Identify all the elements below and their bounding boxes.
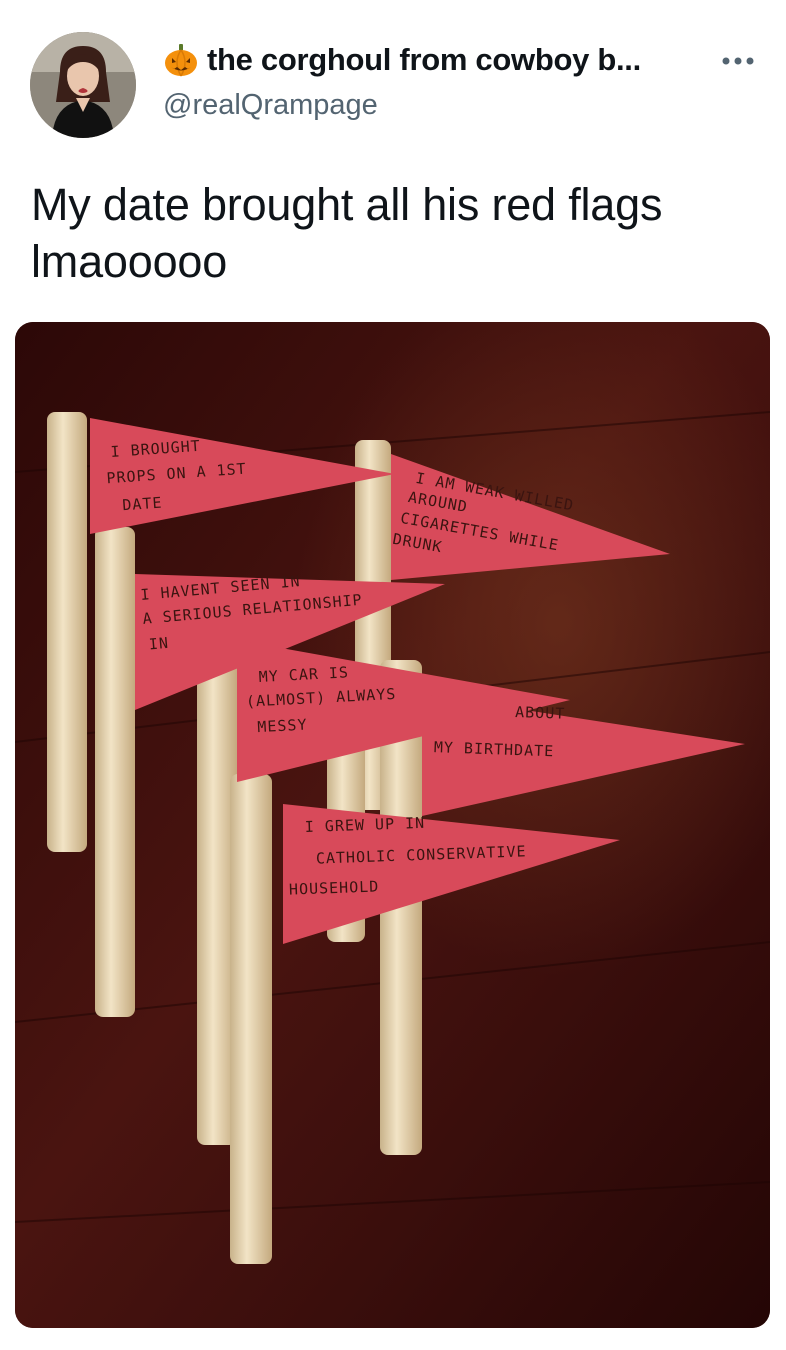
more-icon <box>722 57 754 65</box>
tweet-photo[interactable]: I BROUGHT PROPS ON A 1ST DATE I AM WEAK … <box>15 322 770 1328</box>
user-handle[interactable]: @realQrampage <box>163 89 378 122</box>
tweet-text: My date brought all his red flags lmaooo… <box>31 179 663 287</box>
dowel <box>95 527 135 1017</box>
avatar-photo <box>30 32 136 138</box>
flag-line: HOUSEHOLD <box>289 877 380 898</box>
avatar[interactable] <box>30 32 136 138</box>
photo-red-flags: I BROUGHT PROPS ON A 1ST DATE I AM WEAK … <box>15 322 770 1328</box>
flag-line: DATE <box>122 494 163 515</box>
more-options-button[interactable] <box>718 46 758 76</box>
dowel <box>230 774 272 1264</box>
tweet-header: the corghoul from cowboy b... @realQramp… <box>0 0 786 150</box>
name-row: the corghoul from cowboy b... <box>163 42 641 78</box>
flag-line: IN <box>148 634 170 654</box>
dowel <box>47 412 87 852</box>
pumpkin-icon <box>165 44 197 77</box>
flag-line: MESSY <box>257 716 308 737</box>
flag-line: ABOUT <box>515 703 566 723</box>
display-name[interactable]: the corghoul from cowboy b... <box>207 42 641 78</box>
